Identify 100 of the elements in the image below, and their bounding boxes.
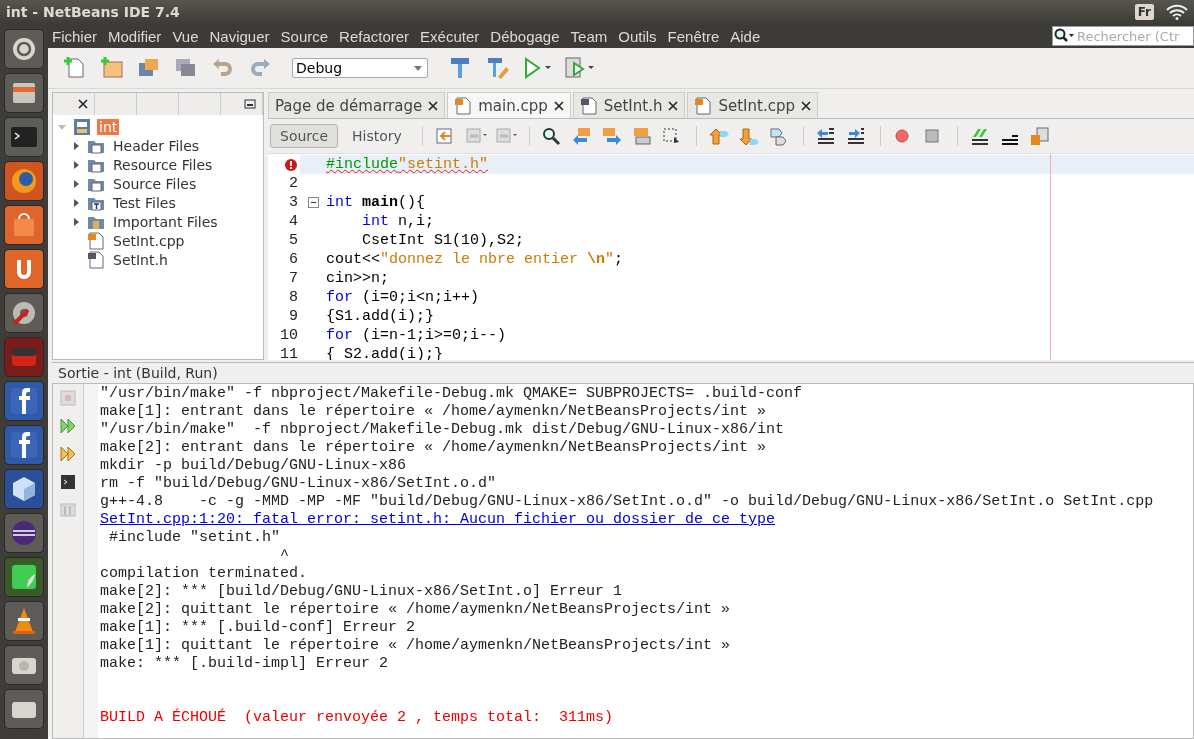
disk-drive-icon[interactable] [5, 690, 43, 728]
line-number: 3 [289, 194, 298, 211]
file-icon [87, 231, 105, 250]
expand-arrow-icon[interactable] [71, 178, 81, 189]
keyboard-layout-indicator[interactable]: Fr [1134, 4, 1154, 20]
output-line: make[2]: entrant dans le répertoire « /home/aymenkn/NetBeansProjects/int » [100, 439, 767, 456]
line-number: 4 [289, 213, 298, 230]
tree-item[interactable]: Header Files [111, 137, 202, 154]
code-line: int main(){ [326, 194, 426, 211]
tree-item[interactable]: Source Files [111, 175, 199, 192]
file-icon [454, 96, 473, 115]
menu-item[interactable]: Exécuter [420, 27, 480, 45]
panel-title: Sortie - int (Build, Run) [57, 364, 219, 383]
leaf-tile-icon[interactable] [5, 558, 43, 596]
wrench-gear-icon[interactable] [5, 294, 43, 332]
close-icon[interactable] [428, 100, 439, 111]
new-folder-icon[interactable] [99, 55, 125, 81]
menu-item[interactable]: Naviguer [209, 27, 270, 45]
traffic-cone-icon[interactable] [5, 602, 43, 640]
tree-item[interactable]: SetInt.h [111, 251, 170, 268]
file-icon [694, 96, 713, 115]
error-icon[interactable] [284, 157, 298, 172]
output-line: #include "setint.h" [108, 529, 281, 546]
output-line: compilation terminated. [100, 565, 308, 582]
close-icon[interactable] [553, 100, 564, 111]
social-tile-icon[interactable] [5, 382, 43, 420]
collapse-icon[interactable] [307, 197, 319, 208]
expand-arrow-icon[interactable] [71, 159, 81, 170]
editor-tab[interactable]: SetInt.cpp [687, 92, 818, 118]
menu-item[interactable]: Fichier [52, 27, 97, 45]
rerun-with-options-icon[interactable] [58, 444, 78, 464]
cube-icon[interactable] [5, 470, 43, 508]
menu-item[interactable]: Modifier [108, 27, 162, 45]
file-icon [87, 250, 105, 269]
editor-tab[interactable]: SetInt.h [572, 92, 686, 118]
code-line: cout<<"donnez le nbre entier \n"; [326, 251, 624, 268]
configuration-dropdown[interactable]: Debug [292, 58, 428, 78]
expand-arrow-icon[interactable] [71, 140, 81, 151]
search-field[interactable]: Rechercher (Ctr [1052, 26, 1194, 46]
line-number: 5 [289, 232, 298, 249]
globe-icon[interactable] [5, 162, 43, 200]
ubuntu-logo-icon[interactable] [5, 30, 43, 68]
file-icon [579, 96, 598, 115]
expand-arrow-icon[interactable] [71, 197, 81, 208]
expand-arrow-icon[interactable] [71, 216, 81, 227]
build-result: BUILD A ÉCHOUÉ (valeur renvoyée 2 , temps total: 311ms) [100, 709, 614, 726]
code-line: CsetInt S1(10),S2; [361, 232, 525, 249]
close-icon[interactable] [78, 99, 88, 109]
shopping-bag-icon[interactable] [5, 206, 43, 244]
output-line: ^ [279, 547, 290, 564]
cup-icon[interactable] [5, 250, 43, 288]
output-line: "/usr/bin/make" -f nbproject/Makefile-Debug.mk dist/Debug/GNU-Linux-x86/int [100, 421, 785, 438]
output-line: make[2]: *** [build/Debug/GNU-Linux-x86/SetInt.o] Erreur 1 [100, 583, 623, 600]
social-tile-icon[interactable] [5, 426, 43, 464]
terminal-icon[interactable] [58, 472, 78, 492]
menu-item[interactable]: Source [280, 27, 329, 45]
code-line: for (i=n-1;i>=0;i--) [326, 327, 507, 344]
menu-item[interactable]: Fenêtre [667, 27, 720, 45]
wifi-icon[interactable] [1166, 4, 1188, 20]
line-number: 9 [289, 308, 298, 325]
caret-icon [414, 65, 422, 71]
menu-item[interactable]: Vue [172, 27, 199, 45]
view-toggle[interactable]: History [342, 124, 412, 148]
editor-tab[interactable]: main.cpp [447, 92, 571, 118]
menu-item[interactable]: Team [570, 27, 608, 45]
code-line: {S1.add(i);} [326, 308, 435, 325]
tree-item[interactable]: Resource Files [111, 156, 215, 173]
tree-item[interactable]: Important Files [111, 213, 220, 230]
code-line: #include"setint.h" [326, 156, 489, 173]
debug-icon[interactable] [564, 55, 596, 81]
output-line: make[1]: entrant dans le répertoire « /home/aymenkn/NetBeansProjects/int » [100, 403, 767, 420]
view-toggle[interactable]: Source [270, 124, 339, 148]
close-icon[interactable] [668, 100, 679, 111]
output-line: make: *** [.build-impl] Erreur 2 [100, 655, 389, 672]
minimize-icon[interactable] [244, 99, 256, 109]
output-line: rm -f "build/Debug/GNU-Linux-x86/SetInt.o.d" [100, 475, 497, 492]
disk-drive-icon[interactable] [5, 646, 43, 684]
line-number: 8 [289, 289, 298, 306]
window-title: int - NetBeans IDE 7.4 [6, 4, 181, 20]
files-icon[interactable] [5, 74, 43, 112]
tree-item[interactable]: Test Files [111, 194, 178, 211]
output-line: make[2]: quittant le répertoire « /home/aymenkn/NetBeansProjects/int » [100, 601, 731, 618]
menu-item[interactable]: Outils [618, 27, 657, 45]
error-link[interactable]: SetInt.cpp:1:20: fatal error: setint.h: Aucun fichier ou dossier de ce type [100, 511, 776, 528]
project-icon [73, 117, 91, 136]
output-line: g++-4.8 -c -g -MMD -MP -MF "build/Debug/GNU-Linux-x86/SetInt.o.d" -o build/Debug/GNU-Linux-x86/SetInt.o SetInt.cpp [100, 493, 1154, 510]
output-line: make[1]: quittant le répertoire « /home/aymenkn/NetBeansProjects/int » [100, 637, 731, 654]
editor-tab[interactable]: Page de démarrage [268, 92, 446, 118]
close-icon[interactable] [800, 100, 811, 111]
output-line: make[1]: *** [.build-conf] Erreur 2 [100, 619, 416, 636]
line-number: 6 [289, 251, 298, 268]
tree-item[interactable]: SetInt.cpp [111, 232, 187, 249]
menu-item[interactable]: Débogage [490, 27, 560, 45]
line-number: 7 [289, 270, 298, 287]
menu-item[interactable]: Refactorer [339, 27, 410, 45]
code-line: for (i=0;i<n;i++) [326, 289, 480, 306]
rerun-icon[interactable] [58, 416, 78, 436]
line-number: 2 [289, 175, 298, 192]
tv-screen-icon[interactable] [5, 338, 43, 376]
menu-item[interactable]: Aide [730, 27, 761, 45]
